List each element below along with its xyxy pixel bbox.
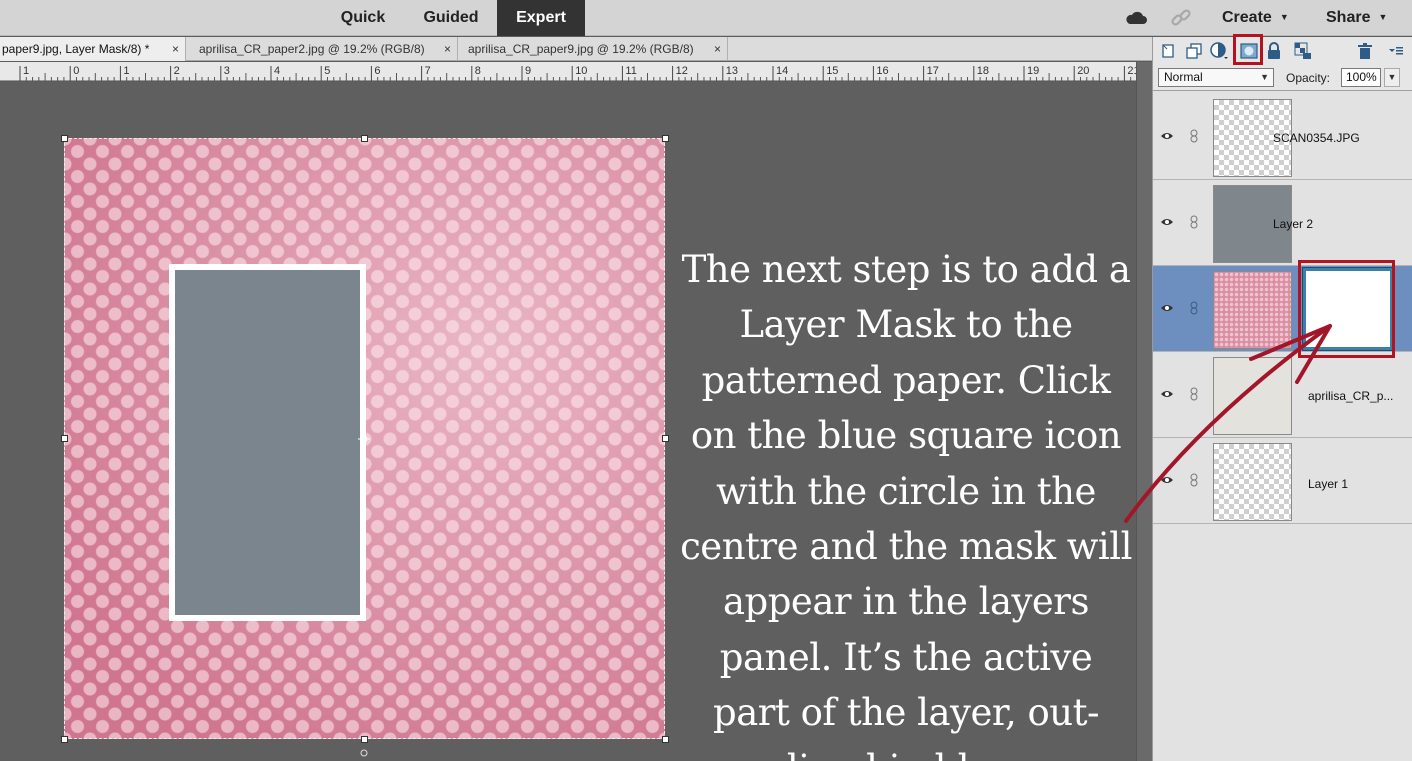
photoshop-elements-window: Quick Guided Expert Create ▼ Share ▼ paper… — [0, 0, 1412, 761]
annotation-arrow — [1124, 324, 1332, 523]
